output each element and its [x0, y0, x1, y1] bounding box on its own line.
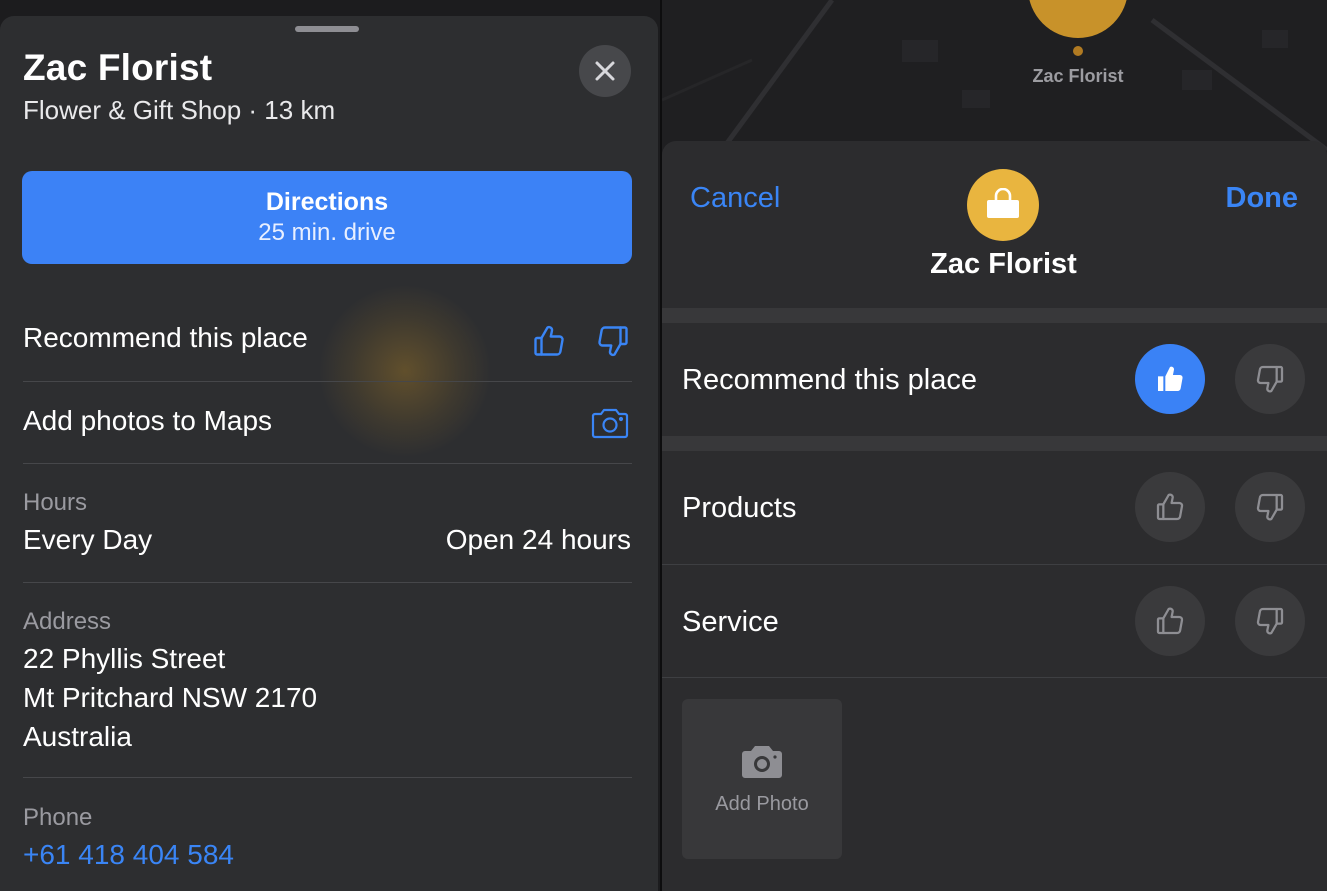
sheet-grabber[interactable] — [295, 26, 359, 32]
address-line-1: 22 Phyllis Street — [23, 643, 226, 674]
place-name: Zac Florist — [930, 248, 1077, 280]
divider — [23, 463, 632, 464]
divider — [23, 582, 632, 583]
recommend-thumbs-up-button[interactable] — [1135, 344, 1205, 414]
thumbs-down-icon — [1256, 493, 1284, 521]
place-title: Zac Florist — [23, 47, 213, 88]
place-category-badge — [967, 169, 1039, 241]
phone-number-link[interactable]: +61 418 404 584 — [23, 839, 234, 871]
close-button[interactable] — [579, 45, 631, 97]
address-line-3: Australia — [23, 721, 132, 752]
map-pin-dot — [1073, 46, 1083, 56]
close-icon — [595, 61, 615, 81]
service-row-label: Service — [682, 606, 779, 638]
divider — [662, 677, 1327, 678]
address-line-2: Mt Pritchard NSW 2170 — [23, 682, 318, 713]
recommend-label: Recommend this place — [23, 322, 308, 353]
add-photos-row[interactable]: Add photos to Maps — [23, 405, 632, 437]
directions-label: Directions — [265, 188, 389, 216]
rating-sheet: Cancel Done Zac Florist Recommend this p… — [662, 141, 1327, 891]
service-thumbs-down-button[interactable] — [1235, 586, 1305, 656]
place-subtitle: Flower & Gift Shop · 13 km — [23, 95, 336, 125]
directions-duration: 25 min. drive — [258, 219, 396, 246]
divider — [662, 564, 1327, 565]
add-photo-button[interactable]: Add Photo — [682, 699, 842, 859]
add-photos-label: Add photos to Maps — [23, 405, 273, 436]
phone-label: Phone — [23, 804, 93, 831]
add-photo-label: Add Photo — [715, 792, 809, 815]
map-view[interactable]: Zac Florist — [662, 0, 1327, 160]
hours-value: Open 24 hours — [445, 524, 631, 555]
address-label: Address — [23, 608, 112, 635]
recommend-thumbs-down-button[interactable] — [1235, 344, 1305, 414]
thumbs-down-icon[interactable] — [595, 322, 631, 365]
thumbs-down-icon — [1256, 365, 1284, 393]
camera-icon[interactable] — [590, 407, 630, 446]
directions-button[interactable]: Directions 25 min. drive — [22, 171, 632, 264]
cancel-button[interactable]: Cancel — [690, 182, 780, 215]
products-thumbs-up-button[interactable] — [1135, 472, 1205, 542]
hours-label: Hours — [23, 489, 88, 516]
thumbs-up-icon — [1156, 493, 1184, 521]
done-button[interactable]: Done — [1226, 182, 1299, 215]
shopping-bag-icon — [987, 188, 1019, 218]
section-separator — [662, 308, 1327, 323]
place-card-panel: Zac Florist Flower & Gift Shop · 13 km D… — [0, 0, 660, 891]
map-pin-label: Zac Florist — [1032, 66, 1124, 86]
products-thumbs-down-button[interactable] — [1235, 472, 1305, 542]
thumbs-down-icon — [1256, 607, 1284, 635]
rating-panel: Zac Florist Cancel Done Zac Florist Reco… — [662, 0, 1327, 891]
hours-day: Every Day — [23, 524, 153, 555]
camera-icon — [742, 745, 782, 778]
products-row-label: Products — [682, 492, 797, 524]
recommend-row-label: Recommend this place — [682, 364, 977, 396]
divider — [23, 381, 632, 382]
thumbs-up-icon — [1156, 607, 1184, 635]
divider — [23, 777, 632, 778]
thumbs-up-icon — [1158, 366, 1183, 392]
service-thumbs-up-button[interactable] — [1135, 586, 1205, 656]
thumbs-up-icon[interactable] — [531, 322, 567, 365]
section-separator — [662, 436, 1327, 451]
place-sheet: Zac Florist Flower & Gift Shop · 13 km D… — [0, 16, 658, 891]
